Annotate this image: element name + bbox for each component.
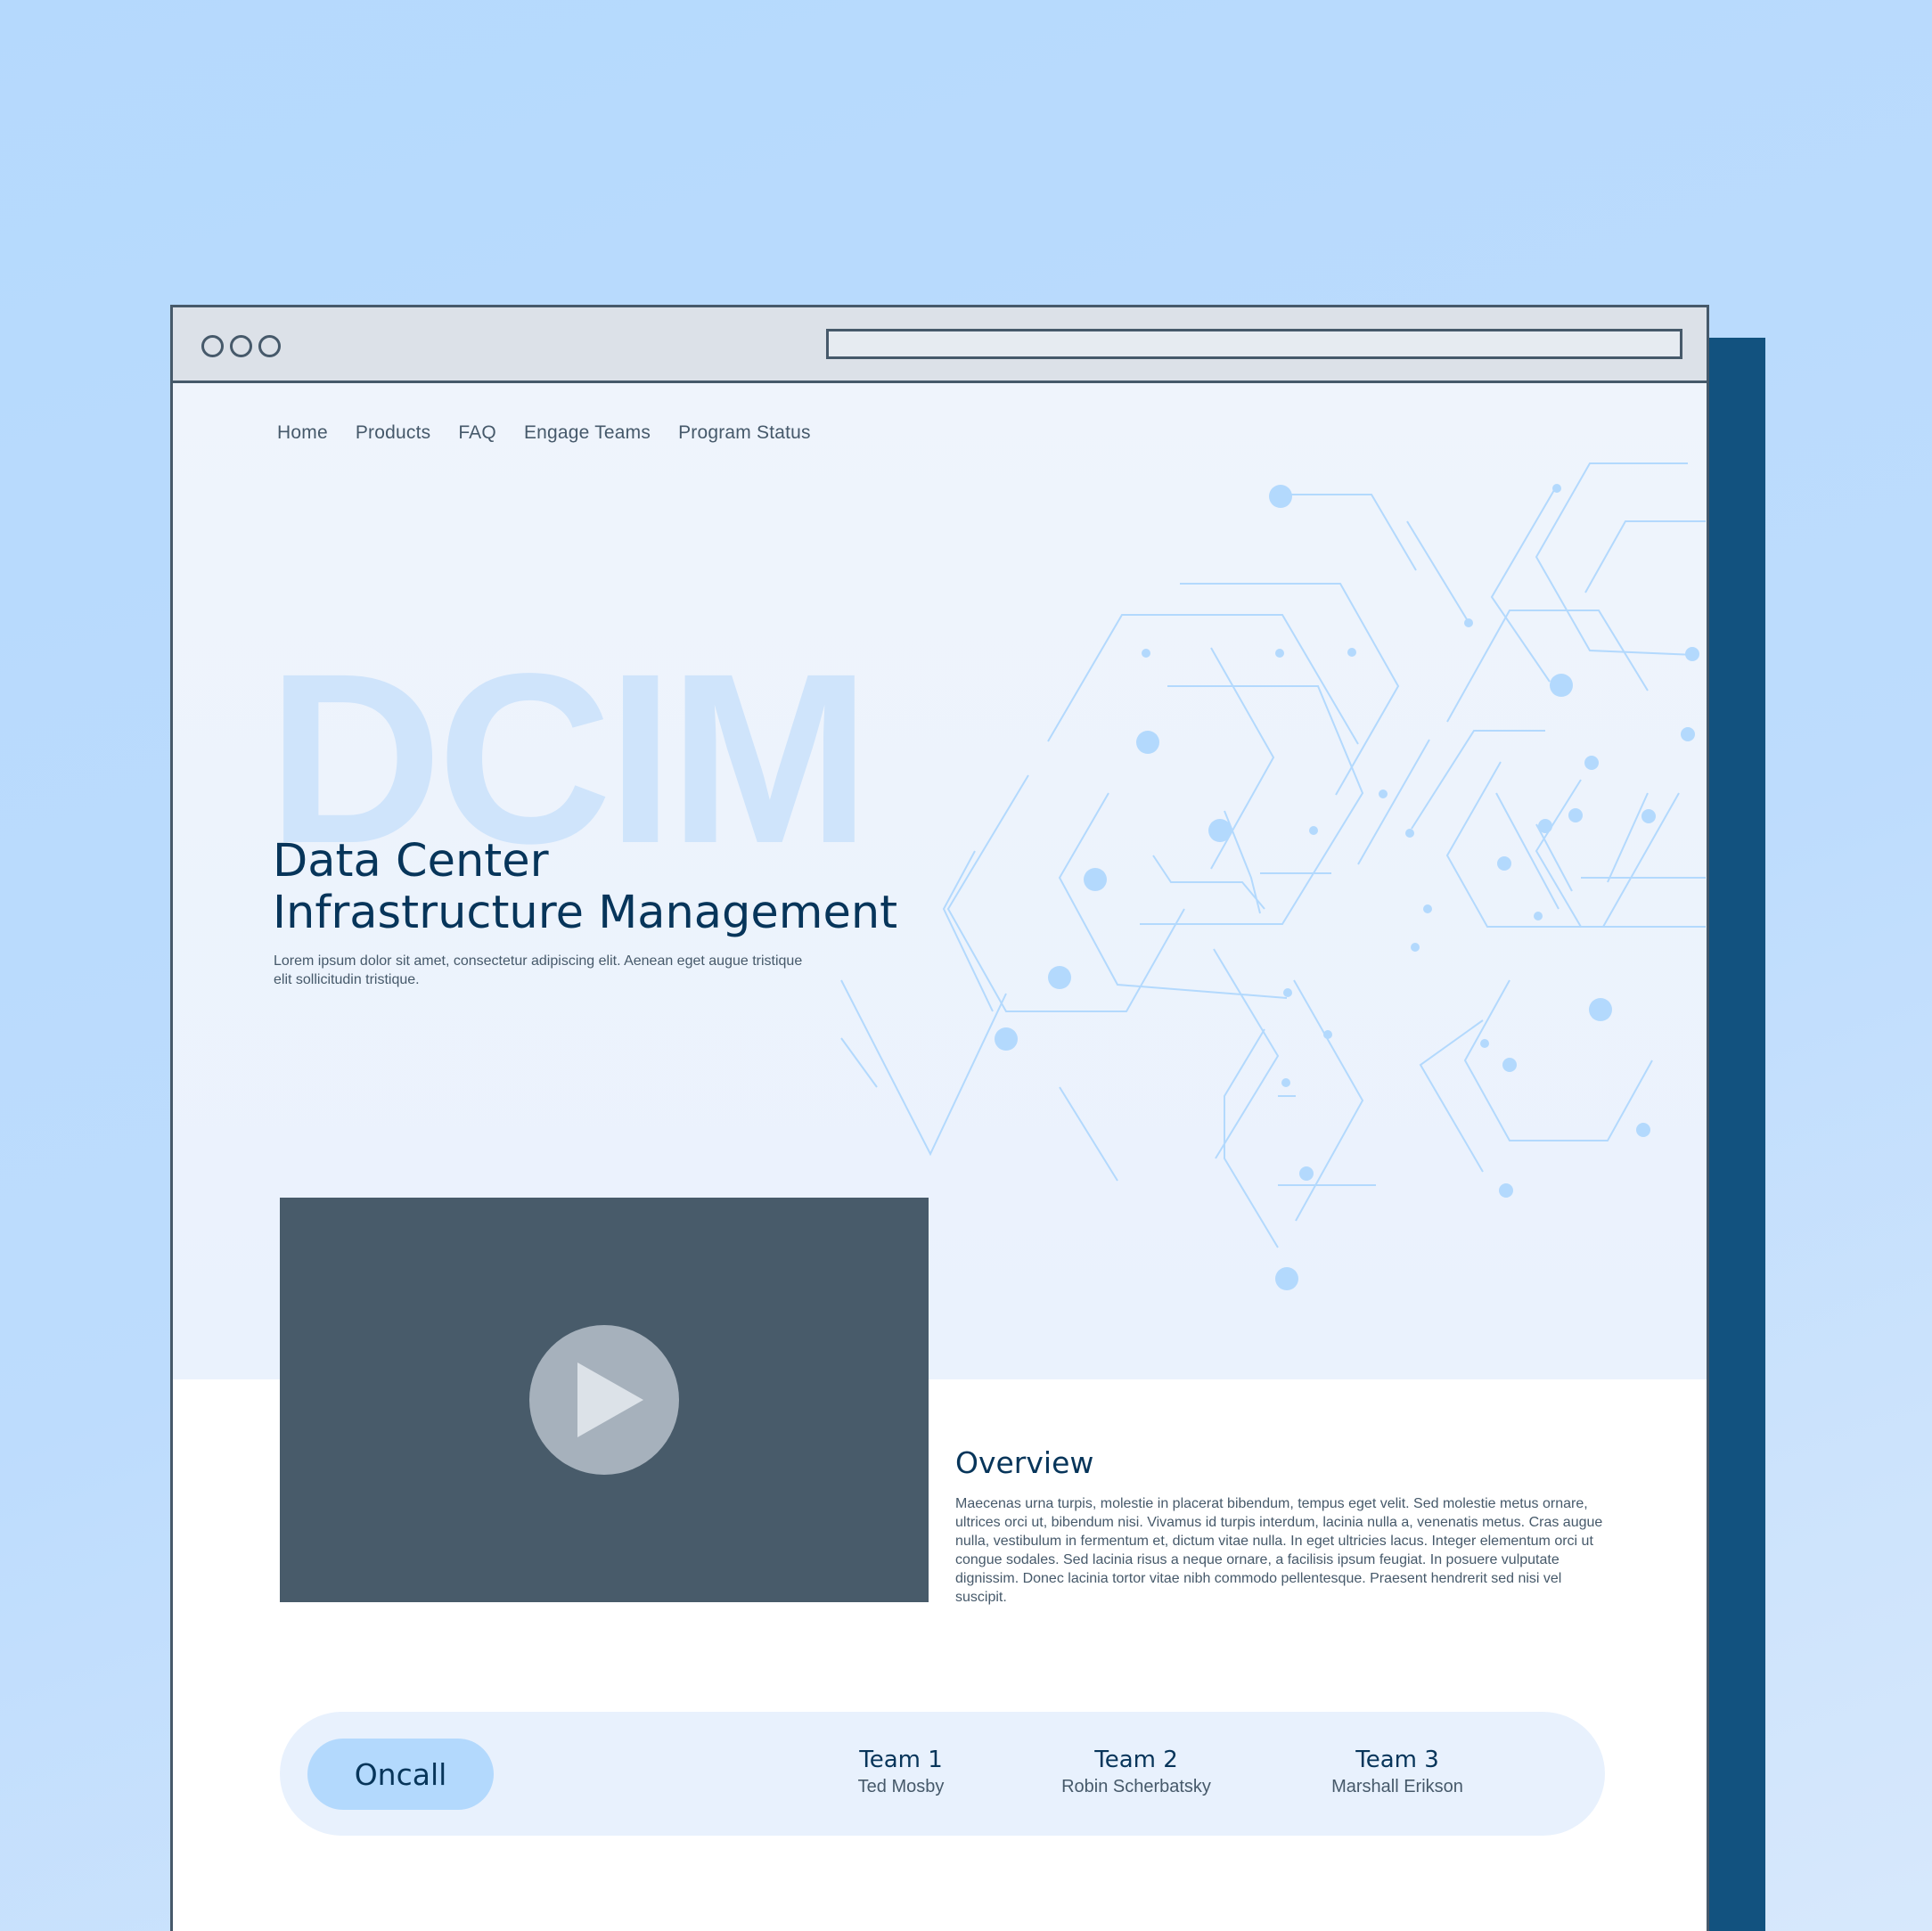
play-icon[interactable] bbox=[529, 1325, 679, 1475]
overview-heading: Overview bbox=[955, 1445, 1094, 1480]
page-title: Data Center Infrastructure Management bbox=[273, 836, 986, 939]
nav-item-home[interactable]: Home bbox=[277, 422, 328, 444]
browser-titlebar bbox=[173, 307, 1707, 383]
nav-item-products[interactable]: Products bbox=[356, 422, 430, 444]
team-name: Team 2 bbox=[1094, 1747, 1178, 1773]
team-oncall-person: Robin Scherbatsky bbox=[1061, 1777, 1211, 1796]
oncall-bar: Oncall Team 1 Ted Mosby Team 2 Robin Sch… bbox=[280, 1712, 1605, 1836]
window-maximize-icon[interactable] bbox=[258, 335, 281, 357]
overview-text: Maecenas urna turpis, molestie in placer… bbox=[955, 1496, 1603, 1605]
main-nav: Home Products FAQ Engage Teams Program S… bbox=[277, 422, 811, 444]
hero-description: Lorem ipsum dolor sit amet, consectetur … bbox=[274, 953, 803, 987]
nav-item-faq[interactable]: FAQ bbox=[458, 422, 496, 444]
page-title-line-2: Infrastructure Management bbox=[273, 887, 898, 939]
oncall-button[interactable]: Oncall bbox=[307, 1739, 494, 1810]
nav-item-program-status[interactable]: Program Status bbox=[678, 422, 811, 444]
team-2-card[interactable]: Team 2 Robin Scherbatsky bbox=[1020, 1746, 1252, 1799]
page-title-line-1: Data Center bbox=[273, 835, 549, 888]
nav-item-engage-teams[interactable]: Engage Teams bbox=[524, 422, 651, 444]
video-player[interactable] bbox=[280, 1198, 929, 1602]
window-minimize-icon[interactable] bbox=[230, 335, 252, 357]
team-1-card[interactable]: Team 1 Ted Mosby bbox=[785, 1746, 1017, 1799]
browser-window: Home Products FAQ Engage Teams Program S… bbox=[170, 305, 1709, 1931]
address-bar[interactable] bbox=[826, 329, 1682, 359]
team-oncall-person: Marshall Erikson bbox=[1331, 1777, 1463, 1796]
window-close-icon[interactable] bbox=[201, 335, 224, 357]
team-oncall-person: Ted Mosby bbox=[857, 1777, 945, 1796]
team-name: Team 1 bbox=[859, 1747, 943, 1773]
team-name: Team 3 bbox=[1355, 1747, 1439, 1773]
team-3-card[interactable]: Team 3 Marshall Erikson bbox=[1281, 1746, 1513, 1799]
